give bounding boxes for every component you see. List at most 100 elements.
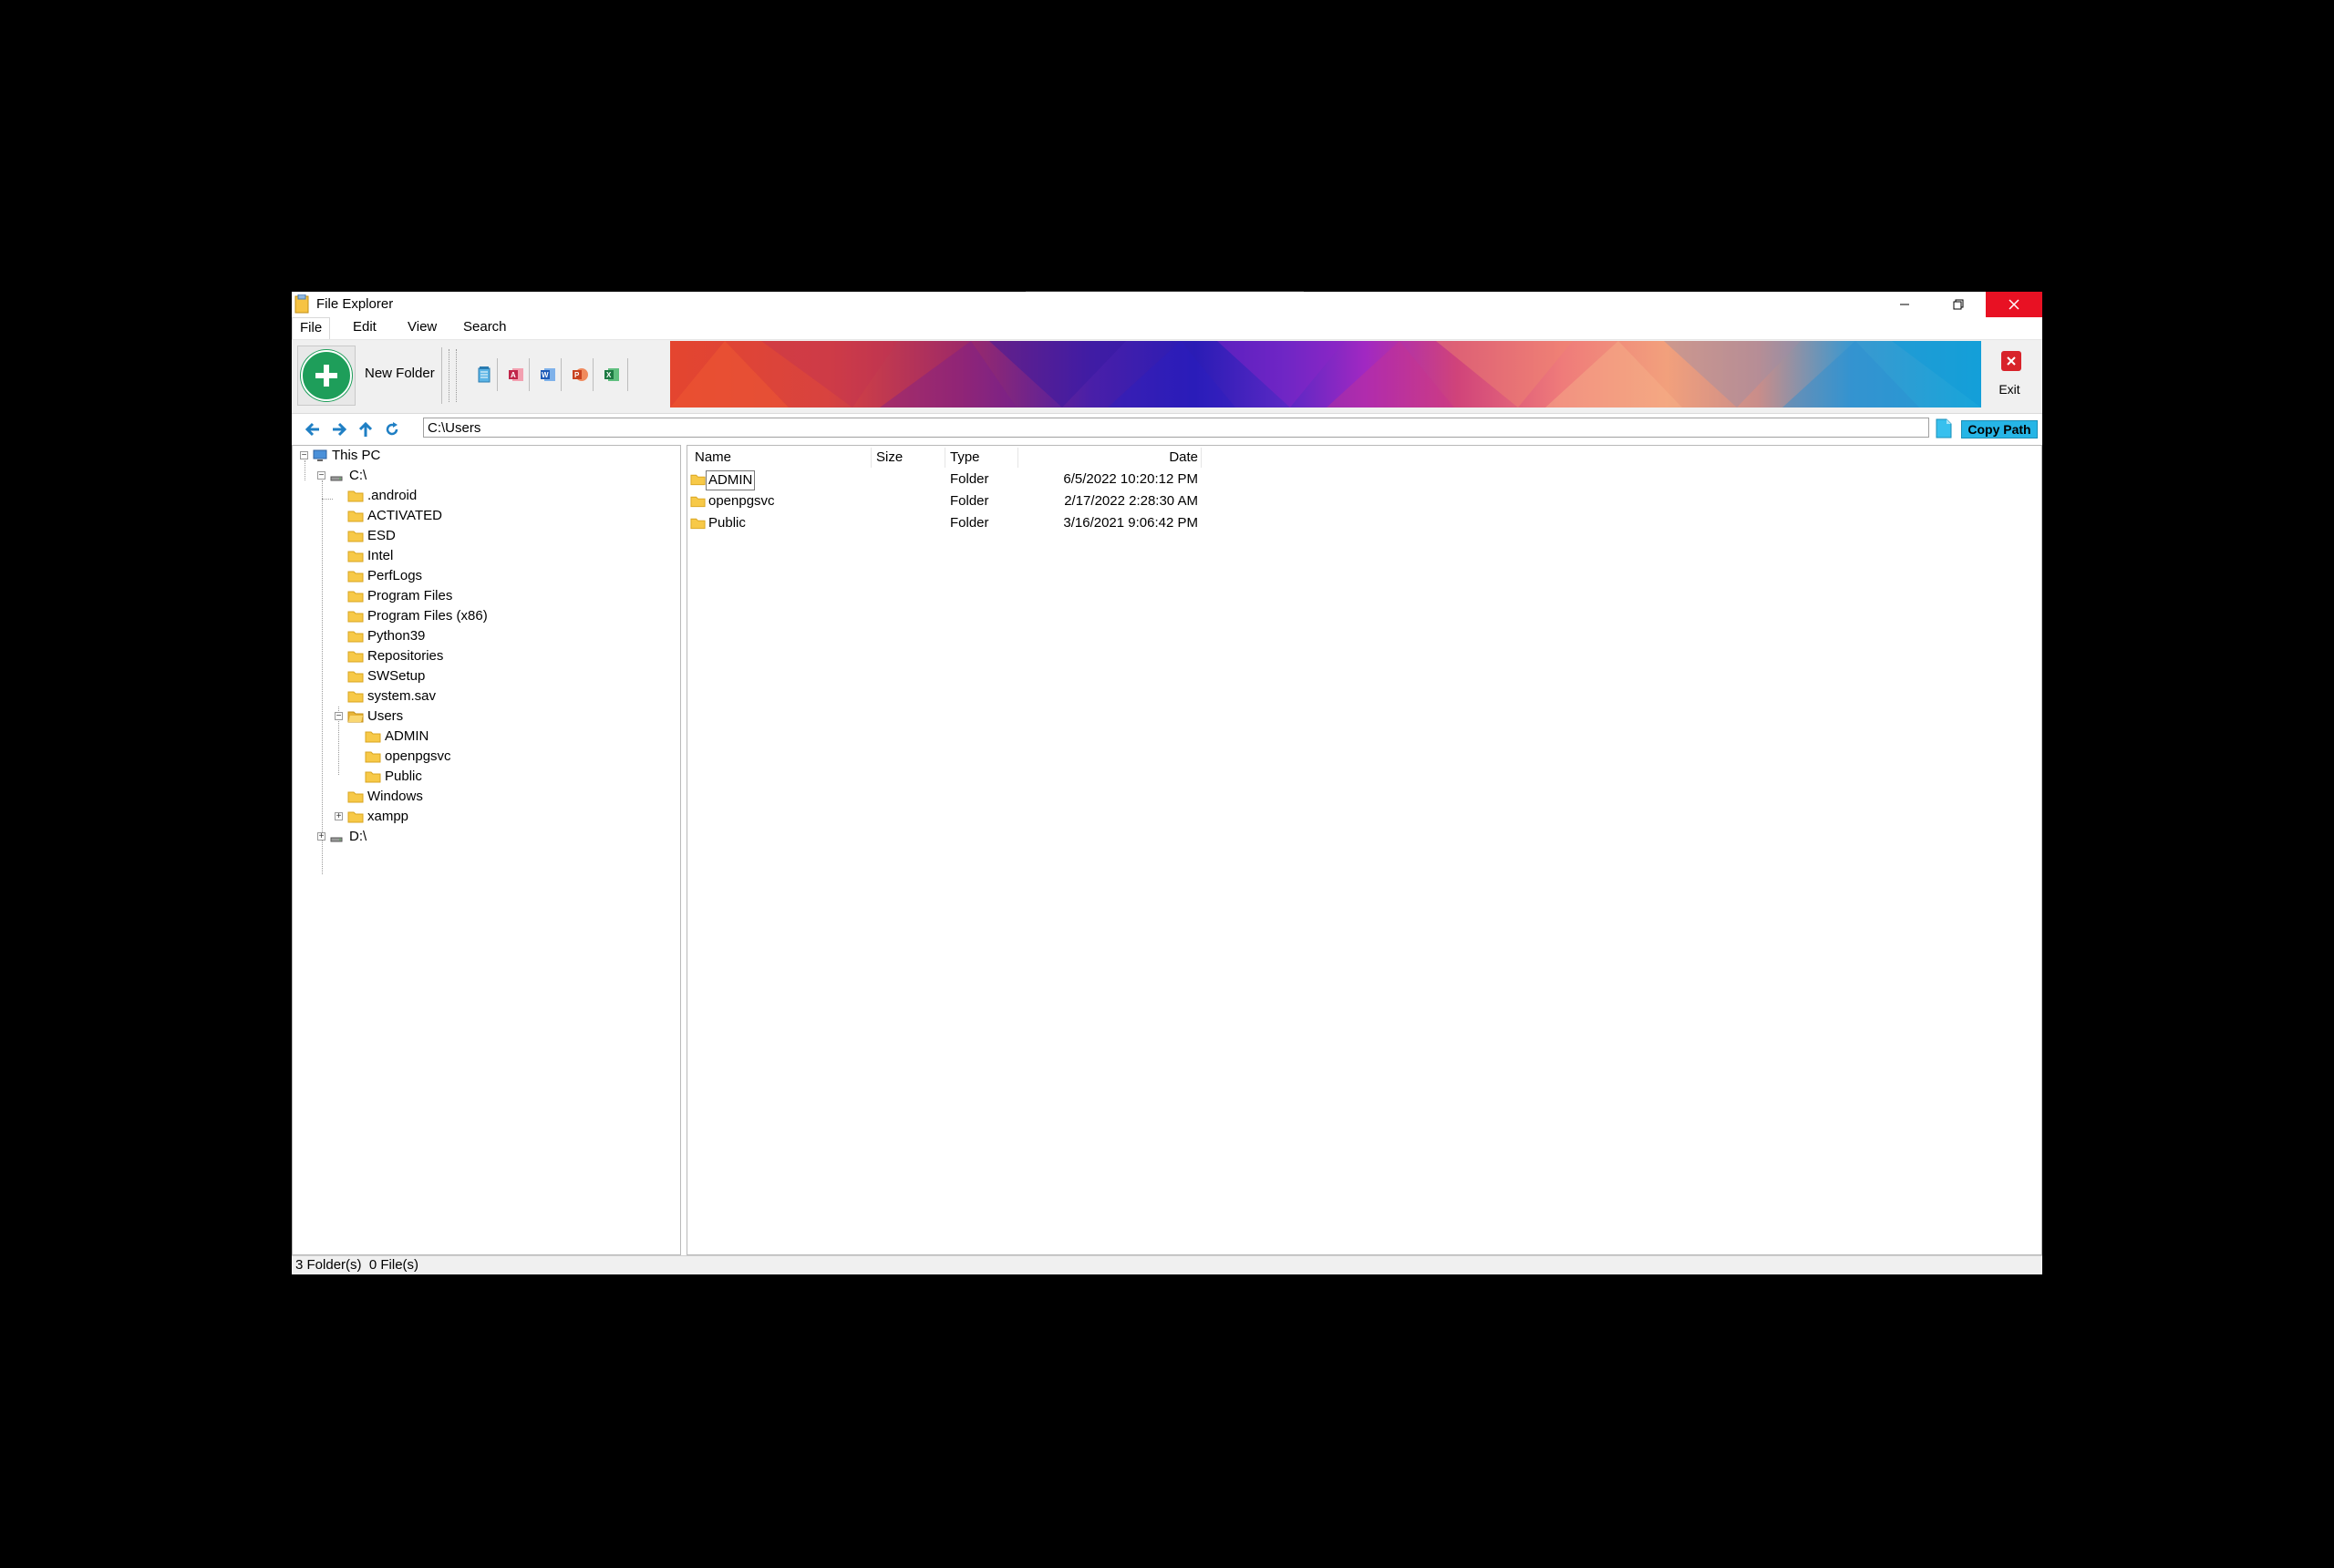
minimize-button[interactable]: [1878, 292, 1931, 317]
new-folder-label[interactable]: New Folder: [365, 366, 435, 381]
tree-item-system-sav[interactable]: system.sav: [293, 686, 676, 707]
up-arrow-icon: [358, 421, 373, 437]
close-button[interactable]: [1986, 292, 2042, 317]
tree-item-admin[interactable]: ADMIN: [293, 727, 676, 747]
exit-button[interactable]: Exit: [1983, 344, 2036, 407]
title-bar: File Explorer: [292, 292, 2042, 317]
tree-item-swsetup[interactable]: SWSetup: [293, 666, 676, 686]
folder-icon: [347, 511, 364, 522]
tree-label: Users: [367, 708, 404, 724]
folder-icon: [347, 691, 364, 703]
file-list: Name Size Type Date ADMIN Folder 6/5/202…: [687, 445, 2042, 1255]
collapse-icon[interactable]: −: [317, 471, 325, 480]
notepad-icon: [478, 366, 491, 383]
tree-item-program-files-x86[interactable]: Program Files (x86): [293, 606, 676, 626]
column-divider[interactable]: [1017, 448, 1018, 468]
folder-icon: [347, 651, 364, 663]
close-icon: [2009, 299, 2019, 310]
tree-label: openpgsvc: [385, 748, 451, 764]
word-button[interactable]: W: [539, 366, 557, 384]
tree-item-public[interactable]: Public: [293, 767, 676, 787]
tree-label: Program Files (x86): [367, 608, 488, 624]
restore-button[interactable]: [1932, 292, 1985, 317]
copy-path-button[interactable]: Copy Path: [1961, 420, 2038, 438]
tree-item-openpgsvc[interactable]: openpgsvc: [293, 747, 676, 767]
address-input[interactable]: [423, 418, 1929, 438]
column-header-date[interactable]: Date: [1143, 448, 1198, 468]
refresh-icon: [386, 422, 398, 436]
tree-item-drive-d[interactable]: + D:\: [293, 827, 676, 847]
tree-label: PerfLogs: [367, 568, 423, 583]
file-row[interactable]: ADMIN Folder 6/5/2022 10:20:12 PM: [687, 469, 1234, 490]
drive-icon: [330, 476, 343, 481]
window-title: File Explorer: [316, 296, 394, 312]
file-row[interactable]: openpgsvc Folder 2/17/2022 2:28:30 AM: [687, 491, 1234, 511]
tree-item-users[interactable]: − Users: [293, 707, 676, 727]
menu-search[interactable]: Search: [456, 317, 514, 339]
menu-bar: File Edit View Search: [292, 317, 2042, 340]
tree-item-python39[interactable]: Python39: [293, 626, 676, 646]
folder-icon: [347, 671, 364, 683]
minimize-icon: [1900, 304, 1909, 305]
file-type: Folder: [950, 493, 989, 509]
tree-item-android[interactable]: .android: [293, 486, 676, 506]
excel-button[interactable]: X: [603, 366, 621, 384]
address-bar: Copy Path: [292, 416, 2042, 441]
document-icon[interactable]: [1936, 418, 1952, 438]
refresh-button[interactable]: [382, 420, 402, 438]
excel-icon: X: [604, 368, 619, 381]
menu-edit[interactable]: Edit: [346, 317, 384, 339]
column-header-name[interactable]: Name: [695, 448, 731, 468]
tree-item-intel[interactable]: Intel: [293, 546, 676, 566]
svg-text:A: A: [511, 371, 516, 379]
tree-item-program-files[interactable]: Program Files: [293, 586, 676, 606]
toolbar-separator: [593, 358, 594, 391]
tree-item-this-pc[interactable]: − This PC: [293, 446, 676, 466]
folder-icon: [365, 751, 381, 763]
toolbar-grip: [456, 349, 460, 402]
svg-text:W: W: [542, 371, 549, 379]
tree-label: SWSetup: [367, 668, 426, 684]
tree-item-drive-c[interactable]: − C:\: [293, 466, 676, 486]
access-button[interactable]: A: [507, 366, 525, 384]
tree-item-perflogs[interactable]: PerfLogs: [293, 566, 676, 586]
tree-label: Repositories: [367, 648, 444, 664]
forward-button[interactable]: [329, 420, 349, 438]
new-folder-button[interactable]: [297, 346, 356, 406]
tree-label: D:\: [349, 829, 367, 844]
tree-item-esd[interactable]: ESD: [293, 526, 676, 546]
expand-icon[interactable]: +: [335, 812, 343, 821]
exit-label: Exit: [1998, 382, 2020, 397]
folder-icon: [347, 631, 364, 643]
column-header-size[interactable]: Size: [876, 448, 903, 468]
powerpoint-button[interactable]: P: [571, 366, 589, 384]
up-button[interactable]: [356, 420, 376, 438]
folder-icon: [347, 811, 364, 823]
collapse-icon[interactable]: −: [335, 712, 343, 721]
restore-icon: [1953, 299, 1964, 310]
tree-item-repositories[interactable]: Repositories: [293, 646, 676, 666]
collapse-icon[interactable]: −: [300, 451, 308, 460]
folder-icon: [690, 496, 706, 508]
tree-label: Intel: [367, 548, 394, 563]
menu-view[interactable]: View: [400, 317, 444, 339]
back-button[interactable]: [303, 420, 323, 438]
tree-label: ACTIVATED: [367, 508, 442, 523]
column-header-type[interactable]: Type: [950, 448, 980, 468]
tree-item-xampp[interactable]: + xampp: [293, 807, 676, 827]
menu-file[interactable]: File: [292, 317, 331, 339]
notepad-button[interactable]: [475, 366, 493, 384]
tree-item-activated[interactable]: ACTIVATED: [293, 506, 676, 526]
folder-app-icon: [294, 294, 309, 314]
computer-icon: [313, 449, 327, 461]
folder-tree: − This PC − C:\ .android ACTIVATED ESD I…: [292, 445, 681, 1255]
column-divider[interactable]: [871, 448, 872, 468]
expand-icon[interactable]: +: [317, 832, 325, 841]
polygon-banner-image: [670, 341, 1981, 407]
tree-label: Program Files: [367, 588, 453, 603]
file-row[interactable]: Public Folder 3/16/2021 9:06:42 PM: [687, 513, 1234, 533]
tree-label: C:\: [349, 468, 367, 483]
column-divider[interactable]: [1201, 448, 1202, 468]
toolbar-grip: [449, 349, 453, 402]
tree-item-windows[interactable]: Windows: [293, 787, 676, 807]
